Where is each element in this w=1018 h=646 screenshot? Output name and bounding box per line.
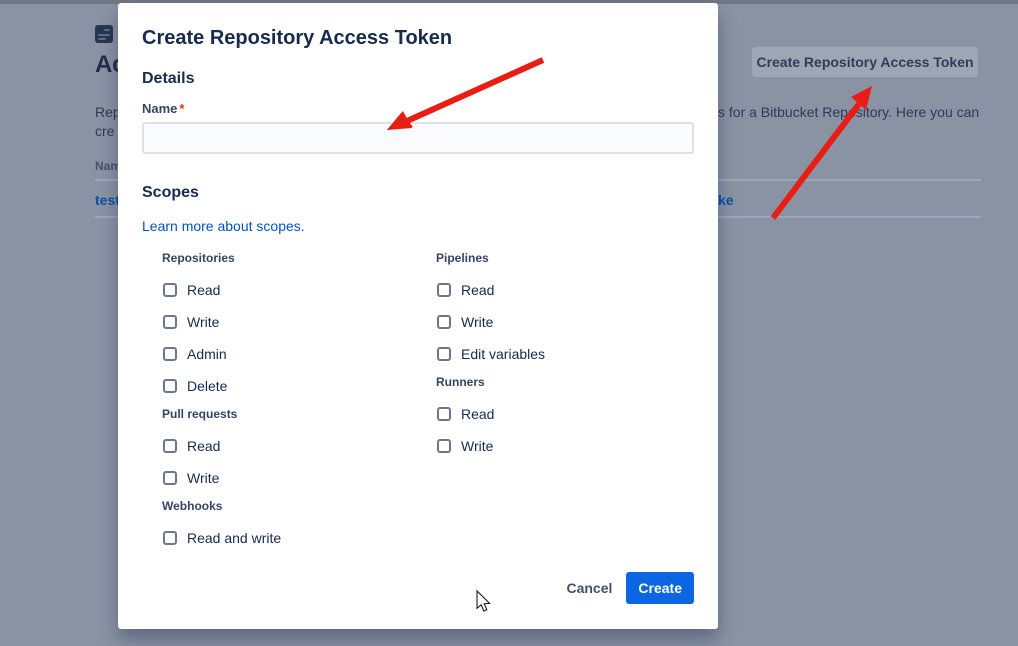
repository-avatar-icon: [95, 25, 113, 43]
checkbox-unchecked-icon[interactable]: [163, 379, 177, 393]
checkbox-unchecked-icon[interactable]: [163, 315, 177, 329]
scope-option-label: Write: [461, 439, 493, 453]
name-field-label: Name*: [142, 101, 694, 117]
required-asterisk: *: [179, 101, 184, 116]
page-description-fragment: cre: [95, 123, 114, 139]
checkbox-unchecked-icon[interactable]: [437, 315, 451, 329]
scope-group-label: Pull requests: [162, 407, 416, 421]
scope-option-pull-requests-read[interactable]: Read: [163, 439, 416, 453]
scope-option-repositories-admin[interactable]: Admin: [163, 347, 416, 361]
name-input[interactable]: [142, 122, 694, 154]
scope-option-label: Read: [461, 407, 494, 421]
scopes-column-right: Pipelines Read Write Edit variables Runn…: [416, 251, 694, 545]
scope-option-label: Read: [187, 283, 220, 297]
scope-option-label: Write: [187, 315, 219, 329]
create-repository-access-token-button[interactable]: Create Repository Access Token: [752, 47, 978, 77]
scope-option-pipelines-edit-variables[interactable]: Edit variables: [437, 347, 694, 361]
table-divider: [718, 179, 981, 181]
scope-option-label: Delete: [187, 379, 227, 393]
scope-group-label: Webhooks: [162, 499, 416, 513]
token-revoke-link[interactable]: ke: [718, 192, 734, 208]
scope-option-runners-read[interactable]: Read: [437, 407, 694, 421]
checkbox-unchecked-icon[interactable]: [437, 439, 451, 453]
checkbox-unchecked-icon[interactable]: [163, 531, 177, 545]
scope-option-pipelines-read[interactable]: Read: [437, 283, 694, 297]
learn-more-about-scopes-link[interactable]: Learn more about scopes.: [142, 216, 305, 236]
scope-group-label: Runners: [436, 375, 694, 389]
scope-option-label: Write: [187, 471, 219, 485]
scopes-columns: Repositories Read Write Admin Delete: [142, 251, 694, 545]
scope-group-label: Repositories: [162, 251, 416, 265]
checkbox-unchecked-icon[interactable]: [437, 347, 451, 361]
page-description-fragment: Rep: [95, 104, 121, 120]
checkbox-unchecked-icon[interactable]: [163, 283, 177, 297]
scope-option-label: Edit variables: [461, 347, 545, 361]
scope-option-label: Read: [187, 439, 220, 453]
scope-group-pipelines: Pipelines Read Write Edit variables: [416, 251, 694, 361]
checkbox-unchecked-icon[interactable]: [163, 347, 177, 361]
table-divider: [95, 216, 118, 218]
scope-group-pull-requests: Pull requests Read Write: [142, 407, 416, 485]
scope-option-label: Admin: [187, 347, 227, 361]
scope-group-runners: Runners Read Write: [416, 375, 694, 453]
scope-option-label: Read: [461, 283, 494, 297]
checkbox-unchecked-icon[interactable]: [437, 407, 451, 421]
cancel-button[interactable]: Cancel: [556, 574, 622, 602]
checkbox-unchecked-icon[interactable]: [437, 283, 451, 297]
table-divider: [718, 216, 981, 218]
scope-option-runners-write[interactable]: Write: [437, 439, 694, 453]
modal-title: Create Repository Access Token: [142, 26, 694, 50]
scope-group-label: Pipelines: [436, 251, 694, 265]
checkbox-unchecked-icon[interactable]: [163, 439, 177, 453]
scope-option-repositories-delete[interactable]: Delete: [163, 379, 416, 393]
scope-option-pipelines-write[interactable]: Write: [437, 315, 694, 329]
scope-group-webhooks: Webhooks Read and write: [142, 499, 416, 545]
scopes-section-heading: Scopes: [142, 183, 694, 203]
scope-option-label: Read and write: [187, 531, 281, 545]
modal-footer: Cancel Create: [142, 572, 694, 604]
create-repository-access-token-modal: Create Repository Access Token Details N…: [118, 3, 718, 629]
scope-option-webhooks-read-and-write[interactable]: Read and write: [163, 531, 416, 545]
token-name-link[interactable]: test: [95, 192, 120, 208]
create-button[interactable]: Create: [626, 572, 694, 604]
scope-group-repositories: Repositories Read Write Admin Delete: [142, 251, 416, 393]
page-description-fragment: s for a Bitbucket Repository. Here you c…: [718, 104, 979, 120]
name-label-text: Name: [142, 101, 177, 116]
scopes-column-left: Repositories Read Write Admin Delete: [142, 251, 416, 545]
scope-option-repositories-read[interactable]: Read: [163, 283, 416, 297]
scope-option-pull-requests-write[interactable]: Write: [163, 471, 416, 485]
details-section-heading: Details: [142, 69, 694, 89]
scope-option-repositories-write[interactable]: Write: [163, 315, 416, 329]
table-divider: [95, 179, 118, 181]
checkbox-unchecked-icon[interactable]: [163, 471, 177, 485]
scope-option-label: Write: [461, 315, 493, 329]
